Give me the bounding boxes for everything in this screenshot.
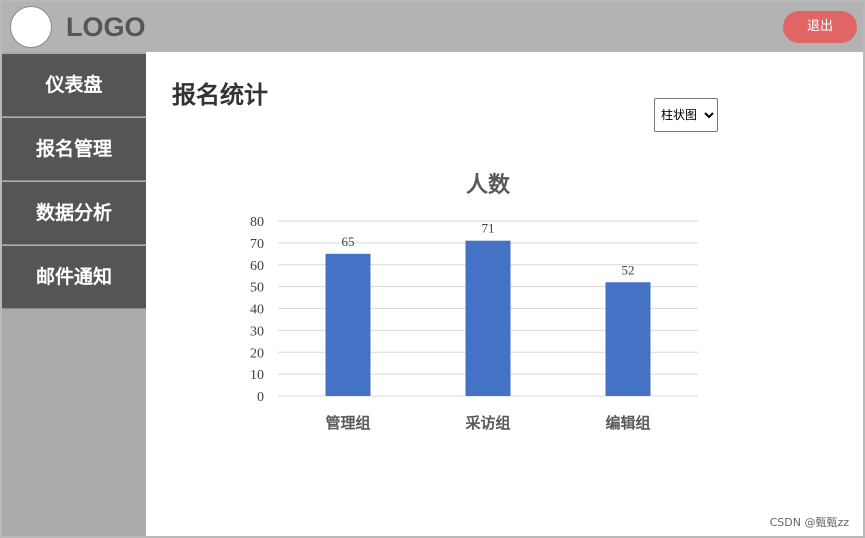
y-tick-label: 30: [250, 324, 264, 339]
y-tick-label: 50: [250, 281, 264, 296]
app-frame: LOGO 退出 仪表盘 报名管理 数据分析 邮件通知 报名统计 柱状图 人数 0 1…: [0, 0, 865, 538]
sidebar: 仪表盘 报名管理 数据分析 邮件通知: [2, 52, 146, 536]
data-label: 52: [622, 262, 635, 277]
main-content: 报名统计 柱状图 人数 0 10 20 30 40 50 60 70 80 65 管理组 71 采访组 52…: [146, 52, 863, 536]
y-tick-label: 0: [257, 390, 264, 405]
chart-title: 人数: [466, 172, 511, 198]
data-label: 65: [342, 234, 355, 249]
data-label: 71: [482, 221, 495, 236]
y-tick-label: 80: [250, 215, 264, 230]
y-tick-label: 60: [250, 259, 264, 274]
top-header: LOGO 退出: [2, 2, 863, 52]
logo-text: LOGO: [66, 12, 146, 42]
y-tick-label: 70: [250, 237, 264, 252]
bar-chart: 人数 0 10 20 30 40 50 60 70 80 65 管理组 71 采访组 52 编辑组: [250, 172, 698, 432]
x-tick-label: 采访组: [464, 414, 510, 432]
x-tick-label: 编辑组: [605, 414, 650, 432]
logout-button[interactable]: 退出: [783, 11, 857, 43]
x-tick-label: 管理组: [325, 414, 370, 432]
sidebar-item-data-analysis[interactable]: 数据分析: [2, 182, 146, 245]
y-tick-label: 40: [250, 303, 264, 318]
sidebar-item-registration-management[interactable]: 报名管理: [2, 118, 146, 181]
watermark: CSDN @甄甄zz: [769, 516, 849, 529]
sidebar-item-email-notification[interactable]: 邮件通知: [2, 246, 146, 309]
y-tick-label: 10: [250, 368, 264, 383]
y-tick-label: 20: [250, 346, 264, 361]
sidebar-item-dashboard[interactable]: 仪表盘: [2, 54, 146, 117]
logo-circle-icon: [10, 6, 52, 48]
bar: [605, 282, 651, 396]
bar: [465, 240, 511, 396]
bar: [325, 253, 371, 396]
